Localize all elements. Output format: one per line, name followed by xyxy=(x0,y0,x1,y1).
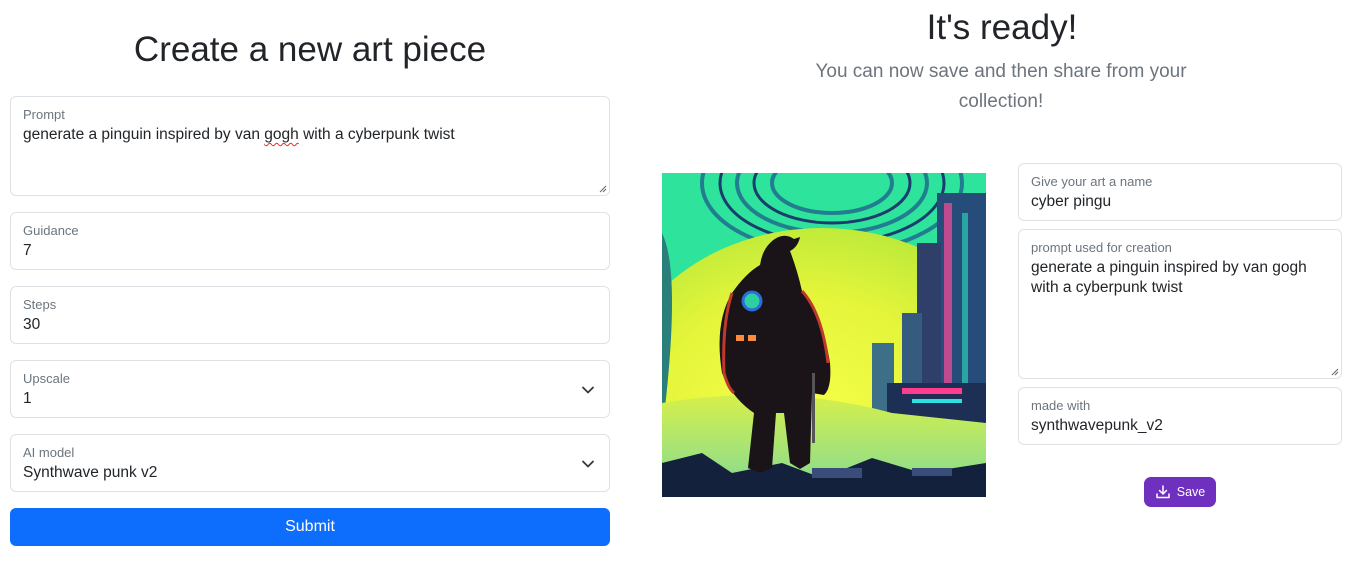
generated-art-image xyxy=(662,173,986,497)
create-art-title: Create a new art piece xyxy=(133,30,487,69)
made-with-input[interactable]: made with synthwavepunk_v2 xyxy=(1018,387,1342,445)
made-with-value: synthwavepunk_v2 xyxy=(1031,417,1163,434)
chevron-down-icon xyxy=(582,386,594,394)
submit-button[interactable]: Submit xyxy=(10,508,610,546)
guidance-value: 7 xyxy=(23,242,32,259)
resize-handle-icon[interactable] xyxy=(1330,367,1339,376)
steps-label: Steps xyxy=(23,297,57,312)
chevron-down-icon xyxy=(582,460,594,468)
ready-title: It's ready! xyxy=(926,8,1078,47)
ai-model-label: AI model xyxy=(23,445,75,460)
ready-subtitle: You can now save and then share from you… xyxy=(815,61,1187,112)
guidance-label: Guidance xyxy=(23,223,79,238)
download-icon xyxy=(1156,485,1170,499)
resize-handle-icon[interactable] xyxy=(598,184,607,193)
prompt-textarea[interactable]: Prompt generate a pinguin inspired by va… xyxy=(10,96,610,196)
prompt-label: Prompt xyxy=(23,107,65,122)
art-name-input[interactable]: Give your art a name cyber pingu xyxy=(1018,163,1342,221)
art-name-value: cyber pingu xyxy=(1031,193,1112,210)
save-button[interactable]: Save xyxy=(1144,477,1216,507)
prompt-used-value: generate a pinguin inspired by van gogh … xyxy=(1031,259,1307,296)
save-label: Save xyxy=(1176,485,1206,499)
spellcheck-underline: gogh xyxy=(264,126,299,143)
prompt-value: generate a pinguin inspired by van gogh … xyxy=(23,126,455,143)
steps-value: 30 xyxy=(23,316,41,333)
ai-model-select[interactable]: AI model Synthwave punk v2 xyxy=(10,434,610,492)
steps-input[interactable]: Steps 30 xyxy=(10,286,610,344)
prompt-used-label: prompt used for creation xyxy=(1031,240,1172,255)
made-with-label: made with xyxy=(1031,398,1091,413)
upscale-value: 1 xyxy=(23,390,32,407)
art-name-label: Give your art a name xyxy=(1031,174,1153,189)
ai-model-value: Synthwave punk v2 xyxy=(23,464,158,481)
prompt-used-textarea[interactable]: prompt used for creation generate a ping… xyxy=(1018,229,1342,379)
upscale-select[interactable]: Upscale 1 xyxy=(10,360,610,418)
upscale-label: Upscale xyxy=(23,371,70,386)
guidance-input[interactable]: Guidance 7 xyxy=(10,212,610,270)
